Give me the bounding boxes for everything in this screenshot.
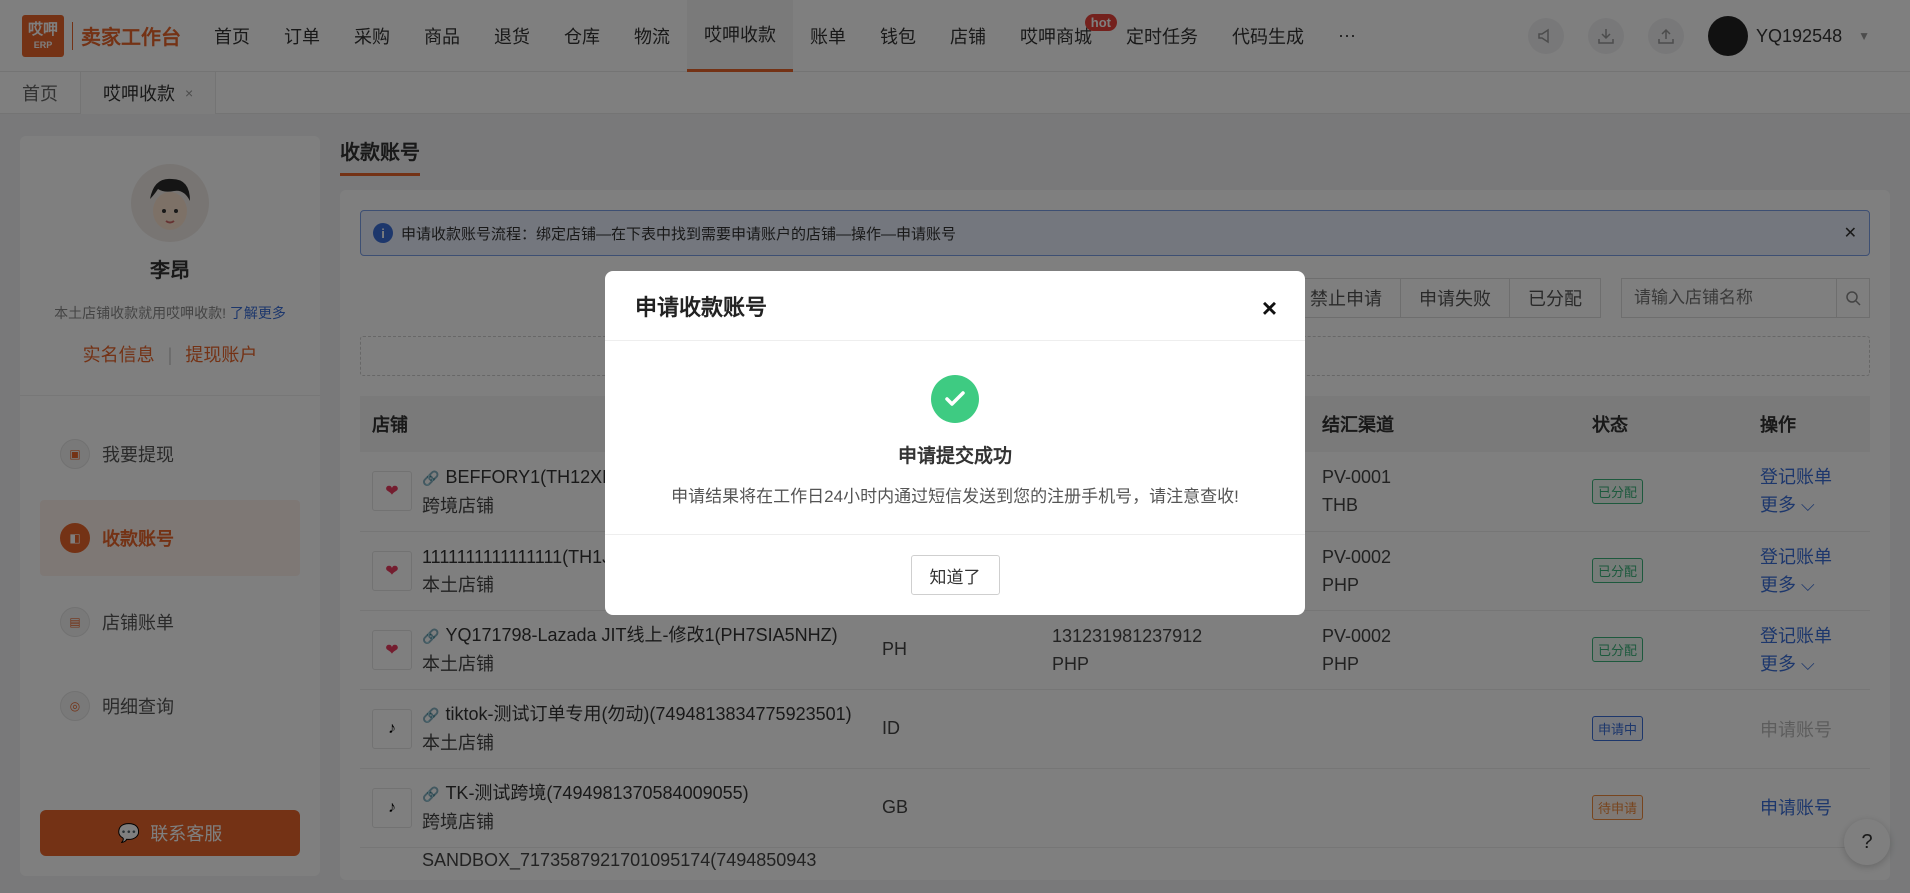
success-title: 申请提交成功 <box>897 446 1012 467</box>
close-icon[interactable]: × <box>1262 293 1277 324</box>
apply-account-dialog: 申请收款账号 × 申请提交成功 申请结果将在工作日24小时内通过短信发送到您的注… <box>605 271 1305 615</box>
dialog-title: 申请收款账号 <box>635 294 768 320</box>
dialog-body: 申请提交成功 申请结果将在工作日24小时内通过短信发送到您的注册手机号，请注意查… <box>605 341 1305 535</box>
success-message: 申请结果将在工作日24小时内通过短信发送到您的注册手机号，请注意查收! <box>671 487 1239 506</box>
dialog-footer: 知道了 <box>605 535 1305 615</box>
got-it-button[interactable]: 知道了 <box>910 555 1000 595</box>
check-circle-icon <box>931 375 979 423</box>
dialog-header: 申请收款账号 × <box>605 271 1305 341</box>
